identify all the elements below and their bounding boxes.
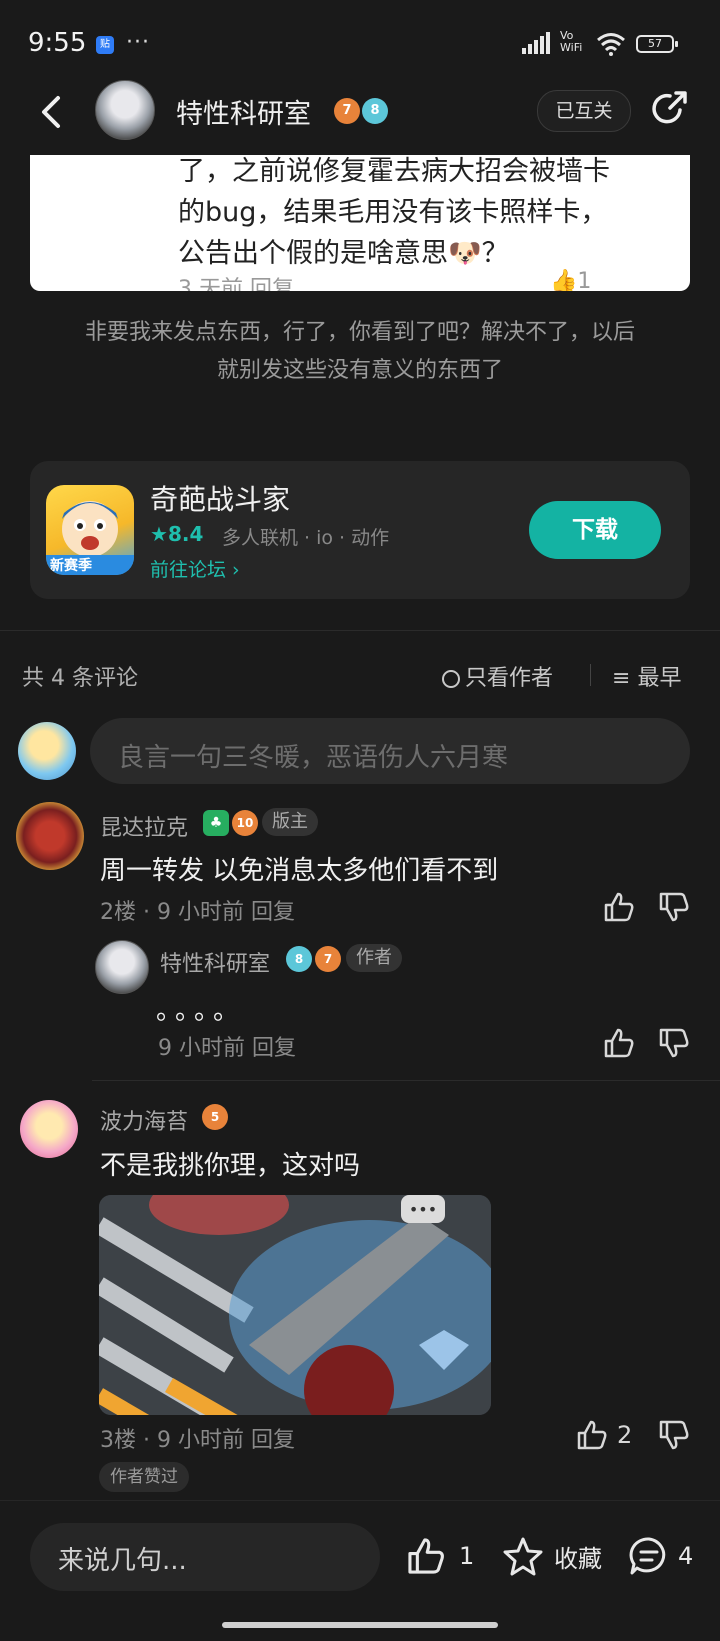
quoted-line: 了，之前说修复霍去病大招会被墙卡	[178, 156, 610, 187]
notification-app-icon: 贴	[96, 36, 114, 54]
quoted-line: 公告出个假的是啥意思🐶？	[178, 238, 509, 269]
only-author-label: 只看作者	[465, 666, 554, 691]
favorite-button[interactable]: 收藏	[502, 1535, 602, 1577]
commenter-name[interactable]: 波力海苔	[100, 1104, 188, 1136]
more-notifications-icon: ···	[126, 30, 150, 55]
comment-bubble-icon	[629, 1537, 666, 1575]
badge-8-icon: 8	[362, 98, 388, 124]
my-avatar	[18, 722, 76, 780]
level-badge-icon: 5	[202, 1104, 228, 1130]
thumb-down-icon[interactable]	[657, 890, 691, 924]
game-app-icon[interactable]: 新赛季	[46, 485, 134, 575]
quoted-screenshot-card: 了，之前说修复霍去病大招会被墙卡 的bug，结果毛用没有该卡照样卡， 公告出个假…	[30, 155, 690, 291]
game-icon-label: 新赛季	[50, 558, 92, 574]
quoted-footer: 3 天前 回复	[178, 277, 294, 291]
battery-icon: 57	[636, 35, 678, 53]
like-count: 2	[617, 1421, 633, 1449]
post-body-text: 非要我来发点东西，行了，你看到了吧？解决不了，以后就别发这些没有意义的东西了	[84, 320, 635, 383]
reply-author-name[interactable]: 特性科研室	[160, 946, 270, 978]
forum-link-label: 前往论坛	[150, 559, 227, 581]
rating-value: 8.4	[167, 522, 204, 546]
thumb-up-icon[interactable]	[602, 1026, 636, 1060]
level-badge-icon: 7	[334, 98, 360, 124]
comment-image[interactable]: •••	[99, 1195, 491, 1415]
author-tag: 作者	[346, 944, 402, 972]
vowifi-label: Vo WiFi	[560, 29, 583, 54]
moderator-tag: 版主	[262, 808, 318, 836]
comment-text: 周一转发 以免消息太多他们看不到	[100, 856, 499, 886]
download-button[interactable]: 下载	[529, 501, 661, 559]
badge-8-icon: 8	[286, 946, 312, 972]
like-post-button[interactable]: 1	[405, 1535, 474, 1577]
sort-icon: ≡	[612, 666, 631, 691]
author-avatar[interactable]	[95, 80, 155, 140]
comment-input-placeholder: 良言一句三冬暖，恶语伤人六月寒	[118, 743, 509, 773]
svg-text:•••: •••	[409, 1200, 437, 1219]
moderator-badge-icon: ♣	[203, 810, 229, 836]
reply-avatar[interactable]	[95, 940, 149, 994]
comments-button[interactable]: 4	[628, 1535, 693, 1577]
post-like-count: 1	[459, 1542, 475, 1570]
thumb-down-icon[interactable]	[657, 1418, 691, 1452]
author-liked-badge: 作者赞过	[99, 1462, 189, 1492]
quoted-line: 的bug，结果毛用没有该卡照样卡，	[178, 197, 608, 228]
game-name[interactable]: 奇葩战斗家	[150, 478, 290, 518]
comment-meta[interactable]: 2楼 · 9 小时前 回复	[100, 894, 295, 926]
game-rating: ★8.4	[150, 522, 203, 546]
level-badge-icon: 7	[315, 946, 341, 972]
comment-text: 不是我挑你理，这对吗	[100, 1151, 361, 1181]
quoted-text: 了，之前说修复霍去病大招会被墙卡 的bug，结果毛用没有该卡照样卡， 公告出个假…	[178, 155, 678, 274]
share-icon[interactable]	[650, 88, 690, 128]
comment-total: 4	[678, 1542, 694, 1570]
commenter-avatar[interactable]	[20, 1100, 78, 1158]
reply-meta[interactable]: 9 小时前 回复	[158, 1030, 296, 1062]
thumb-up-icon	[408, 1538, 444, 1574]
section-divider	[0, 630, 720, 631]
comment-divider	[92, 1080, 720, 1081]
wifi-icon	[597, 33, 625, 56]
signal-icon	[522, 32, 550, 54]
commenter-avatar[interactable]	[16, 802, 84, 870]
thumb-up-icon[interactable]	[575, 1418, 609, 1452]
bottom-input-placeholder: 来说几句...	[58, 1546, 187, 1576]
thumb-up-icon[interactable]	[602, 890, 636, 924]
only-author-toggle[interactable]: 只看作者	[442, 660, 553, 692]
quoted-like: 👍1	[550, 269, 591, 291]
home-indicator[interactable]	[222, 1622, 498, 1628]
forum-link[interactable]: 前往论坛 ›	[150, 555, 240, 582]
like-group[interactable]: 2	[575, 1418, 632, 1452]
comment-count: 共 4 条评论	[22, 666, 138, 691]
thumb-up-icon: 👍	[550, 269, 578, 291]
mutual-follow-button[interactable]: 已互关	[537, 90, 631, 132]
header-separator	[590, 664, 591, 686]
star-icon: ★	[150, 522, 168, 546]
radio-circle-icon	[442, 670, 460, 688]
quoted-like-count: 1	[577, 269, 592, 291]
status-time: 9:55	[28, 28, 87, 58]
commenter-name[interactable]: 昆达拉克	[100, 810, 188, 842]
comment-meta[interactable]: 3楼 · 9 小时前 回复	[100, 1422, 295, 1454]
level-badge-icon: 10	[232, 810, 258, 836]
reply-text: 。。。。	[156, 996, 246, 1026]
star-icon	[503, 1537, 543, 1576]
sort-label: 最早	[637, 666, 682, 691]
chevron-right-icon: ›	[226, 559, 240, 581]
game-tags: 多人联机 · io · 动作	[222, 527, 390, 549]
favorite-label: 收藏	[554, 1544, 602, 1573]
page-title[interactable]: 特性科研室	[176, 92, 311, 131]
back-arrow-icon[interactable]	[34, 90, 74, 134]
thumb-down-icon[interactable]	[657, 1026, 691, 1060]
sort-button[interactable]: ≡ 最早	[612, 660, 681, 692]
